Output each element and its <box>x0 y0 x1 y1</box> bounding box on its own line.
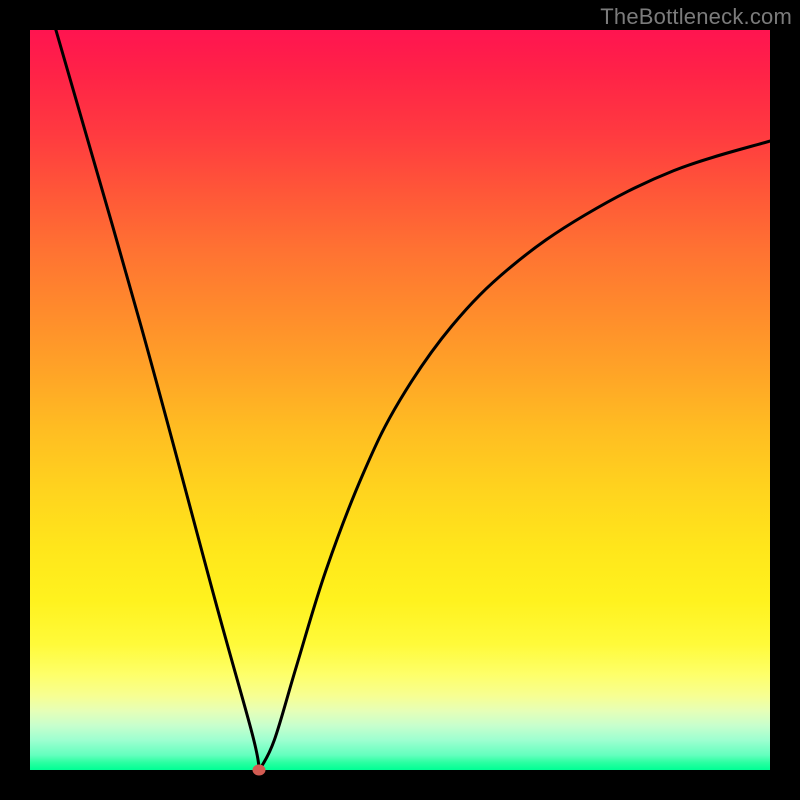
curve-right-branch <box>259 141 770 770</box>
watermark-text: TheBottleneck.com <box>600 4 792 30</box>
min-marker <box>253 765 266 776</box>
plot-area <box>30 30 770 770</box>
curve-left-branch <box>56 30 260 770</box>
chart-container: TheBottleneck.com <box>0 0 800 800</box>
curve-layer <box>30 30 770 770</box>
